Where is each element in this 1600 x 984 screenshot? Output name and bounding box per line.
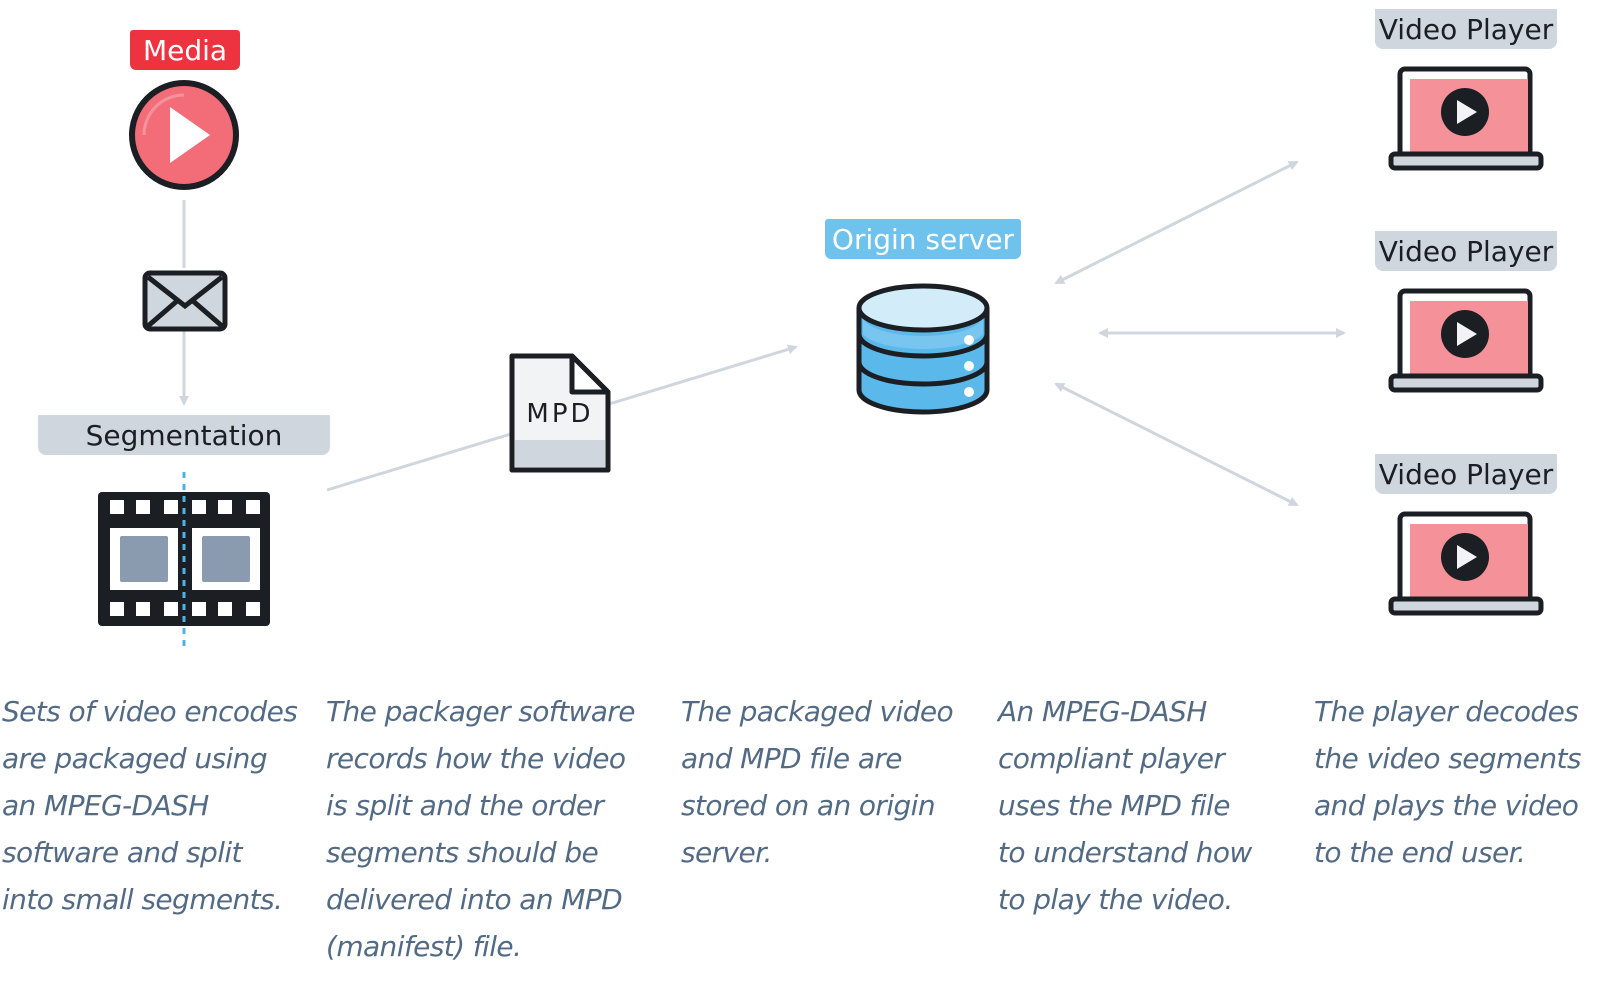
description-line: (manifest) file.: [326, 930, 522, 963]
laptop-play-icon: [1388, 511, 1544, 616]
media-label: Media: [130, 30, 240, 70]
description-compliant-player: An MPEG-DASH compliant player uses the M…: [998, 688, 1252, 923]
description-line: to the end user.: [1314, 836, 1526, 869]
description-mpd: The packager software records how the vi…: [326, 688, 635, 970]
video-player-label-3: Video Player: [1375, 454, 1557, 494]
description-line: Sets of video encodes: [2, 695, 298, 728]
description-line: delivered into an MPD: [326, 883, 623, 916]
film-strip-icon: [98, 472, 270, 646]
description-line: are packaged using: [2, 742, 268, 775]
description-line: into small segments.: [2, 883, 283, 916]
description-line: is split and the order: [326, 789, 604, 822]
description-line: The player decodes: [1314, 695, 1579, 728]
laptop-play-icon: [1388, 66, 1544, 171]
description-line: server.: [681, 836, 772, 869]
arrow-origin-player-3: [1054, 382, 1299, 507]
play-circle-icon: [129, 80, 239, 190]
description-line: records how the video: [326, 742, 626, 775]
origin-server-label: Origin server: [825, 219, 1021, 259]
description-line: and MPD file are: [681, 742, 903, 775]
description-origin: The packaged video and MPD file are stor…: [681, 688, 954, 876]
description-player: The player decodes the video segments an…: [1314, 688, 1581, 876]
description-line: and plays the video: [1314, 789, 1579, 822]
description-line: to play the video.: [998, 883, 1233, 916]
arrow-origin-player-1: [1054, 160, 1299, 285]
description-line: the video segments: [1314, 742, 1581, 775]
laptop-play-icon: [1388, 288, 1544, 393]
description-line: software and split: [2, 836, 243, 869]
description-line: stored on an origin: [681, 789, 936, 822]
mpd-label: MPD: [526, 399, 594, 429]
description-line: The packaged video: [681, 695, 954, 728]
description-segmentation: Sets of video encodes are packaged using…: [2, 688, 298, 923]
description-line: uses the MPD file: [998, 789, 1230, 822]
description-line: an MPEG-DASH: [2, 789, 209, 822]
video-player-label-2: Video Player: [1375, 231, 1557, 271]
video-player-label-1: Video Player: [1375, 9, 1557, 49]
description-line: compliant player: [998, 742, 1225, 775]
envelope-icon: [142, 270, 228, 332]
description-line: segments should be: [326, 836, 599, 869]
description-line: The packager software: [326, 695, 635, 728]
segmentation-label: Segmentation: [38, 415, 330, 455]
description-line: An MPEG-DASH: [998, 695, 1207, 728]
description-line: to understand how: [998, 836, 1252, 869]
database-icon: [856, 283, 990, 415]
